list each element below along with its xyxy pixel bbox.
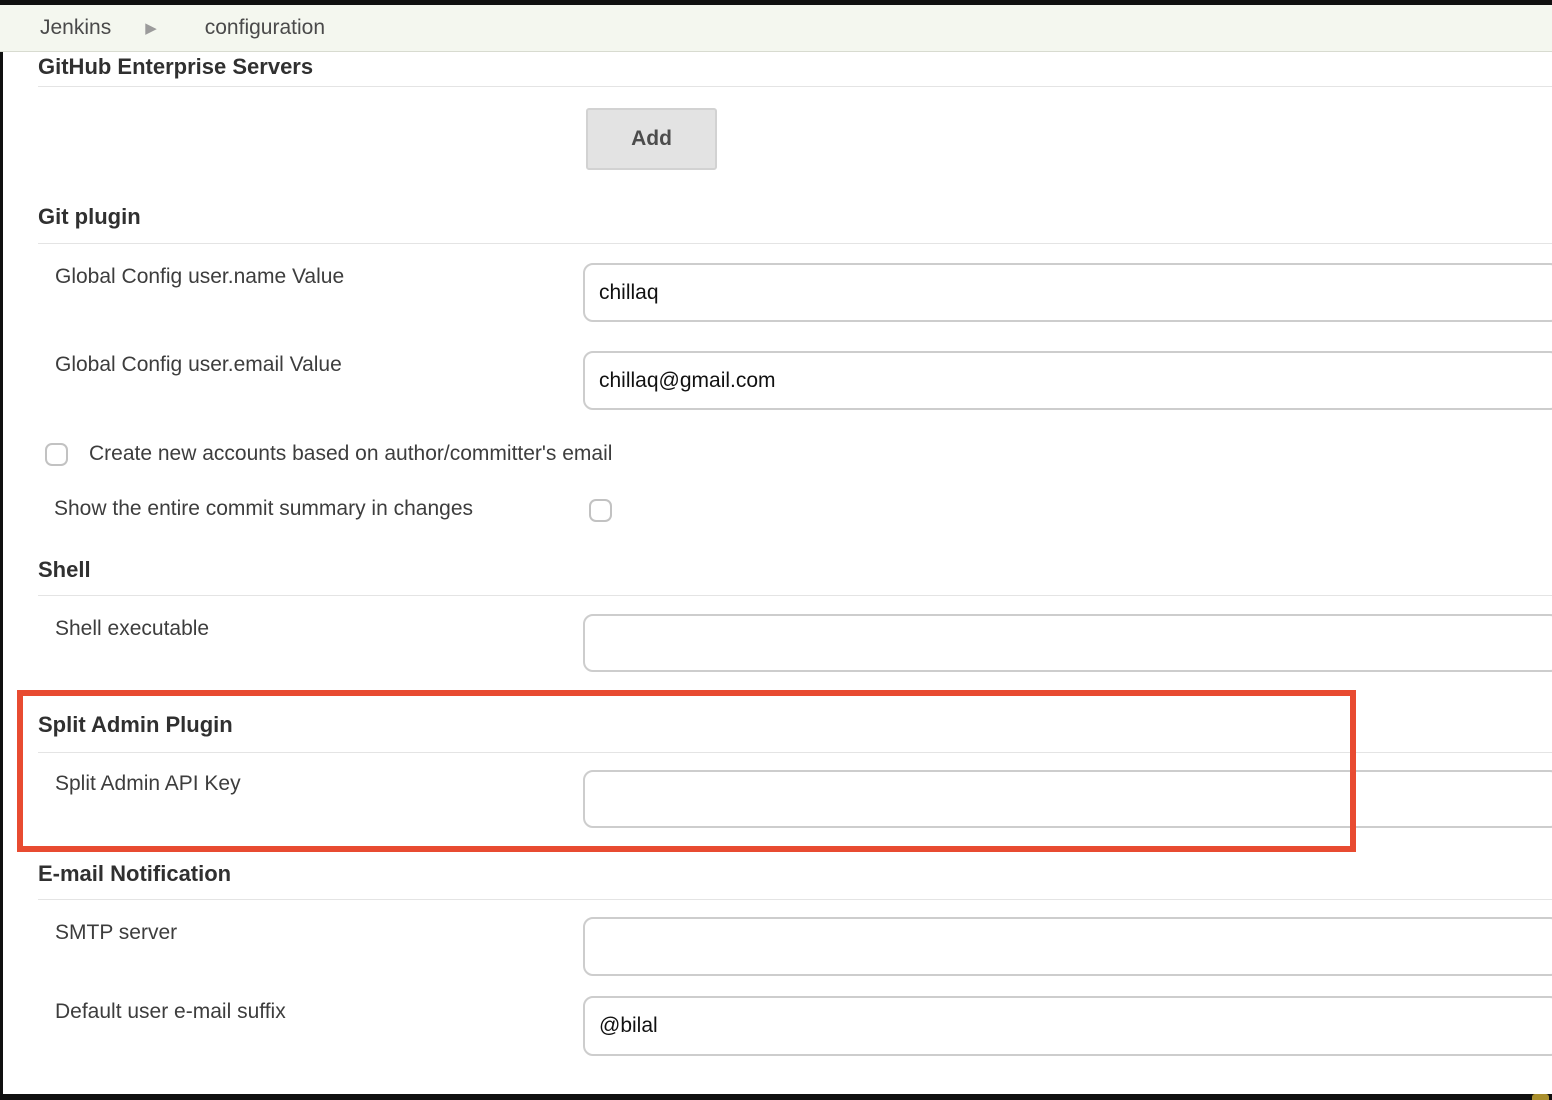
global-config-username-label: Global Config user.name Value [55, 265, 344, 289]
split-admin-api-key-label: Split Admin API Key [55, 772, 241, 796]
shell-executable-input[interactable] [583, 614, 1552, 672]
global-config-email-input[interactable] [583, 351, 1552, 410]
smtp-server-input[interactable] [583, 917, 1552, 976]
section-title-git-plugin: Git plugin [38, 204, 141, 230]
breadcrumb-item-configuration[interactable]: configuration [205, 16, 325, 40]
cut-off-element [1532, 1094, 1549, 1100]
default-email-suffix-input[interactable] [583, 996, 1552, 1056]
default-email-suffix-label: Default user e-mail suffix [55, 1000, 286, 1024]
commit-summary-checkbox[interactable] [589, 499, 612, 522]
section-divider [38, 752, 1552, 753]
create-accounts-label: Create new accounts based on author/comm… [89, 442, 612, 466]
chevron-right-icon: ▶ [145, 21, 157, 36]
add-button[interactable]: Add [586, 108, 717, 170]
section-title-github-enterprise-servers: GitHub Enterprise Servers [38, 54, 313, 80]
create-accounts-checkbox[interactable] [45, 443, 68, 466]
shell-executable-label: Shell executable [55, 617, 209, 641]
breadcrumb-item-jenkins[interactable]: Jenkins [40, 16, 111, 40]
global-config-email-label: Global Config user.email Value [55, 353, 342, 377]
split-admin-api-key-input[interactable] [583, 770, 1552, 828]
jenkins-configuration-page: Jenkins ▶ configuration GitHub Enterpris… [0, 0, 1552, 1100]
section-title-email-notification: E-mail Notification [38, 861, 231, 887]
section-divider [38, 595, 1552, 596]
section-title-split-admin-plugin: Split Admin Plugin [38, 712, 233, 738]
smtp-server-label: SMTP server [55, 921, 177, 945]
section-title-shell: Shell [38, 557, 91, 583]
breadcrumb: Jenkins ▶ configuration [0, 5, 1552, 52]
global-config-username-input[interactable] [583, 263, 1552, 322]
section-divider [38, 243, 1552, 244]
section-divider [38, 86, 1552, 87]
commit-summary-label: Show the entire commit summary in change… [54, 497, 473, 521]
section-divider [38, 899, 1552, 900]
